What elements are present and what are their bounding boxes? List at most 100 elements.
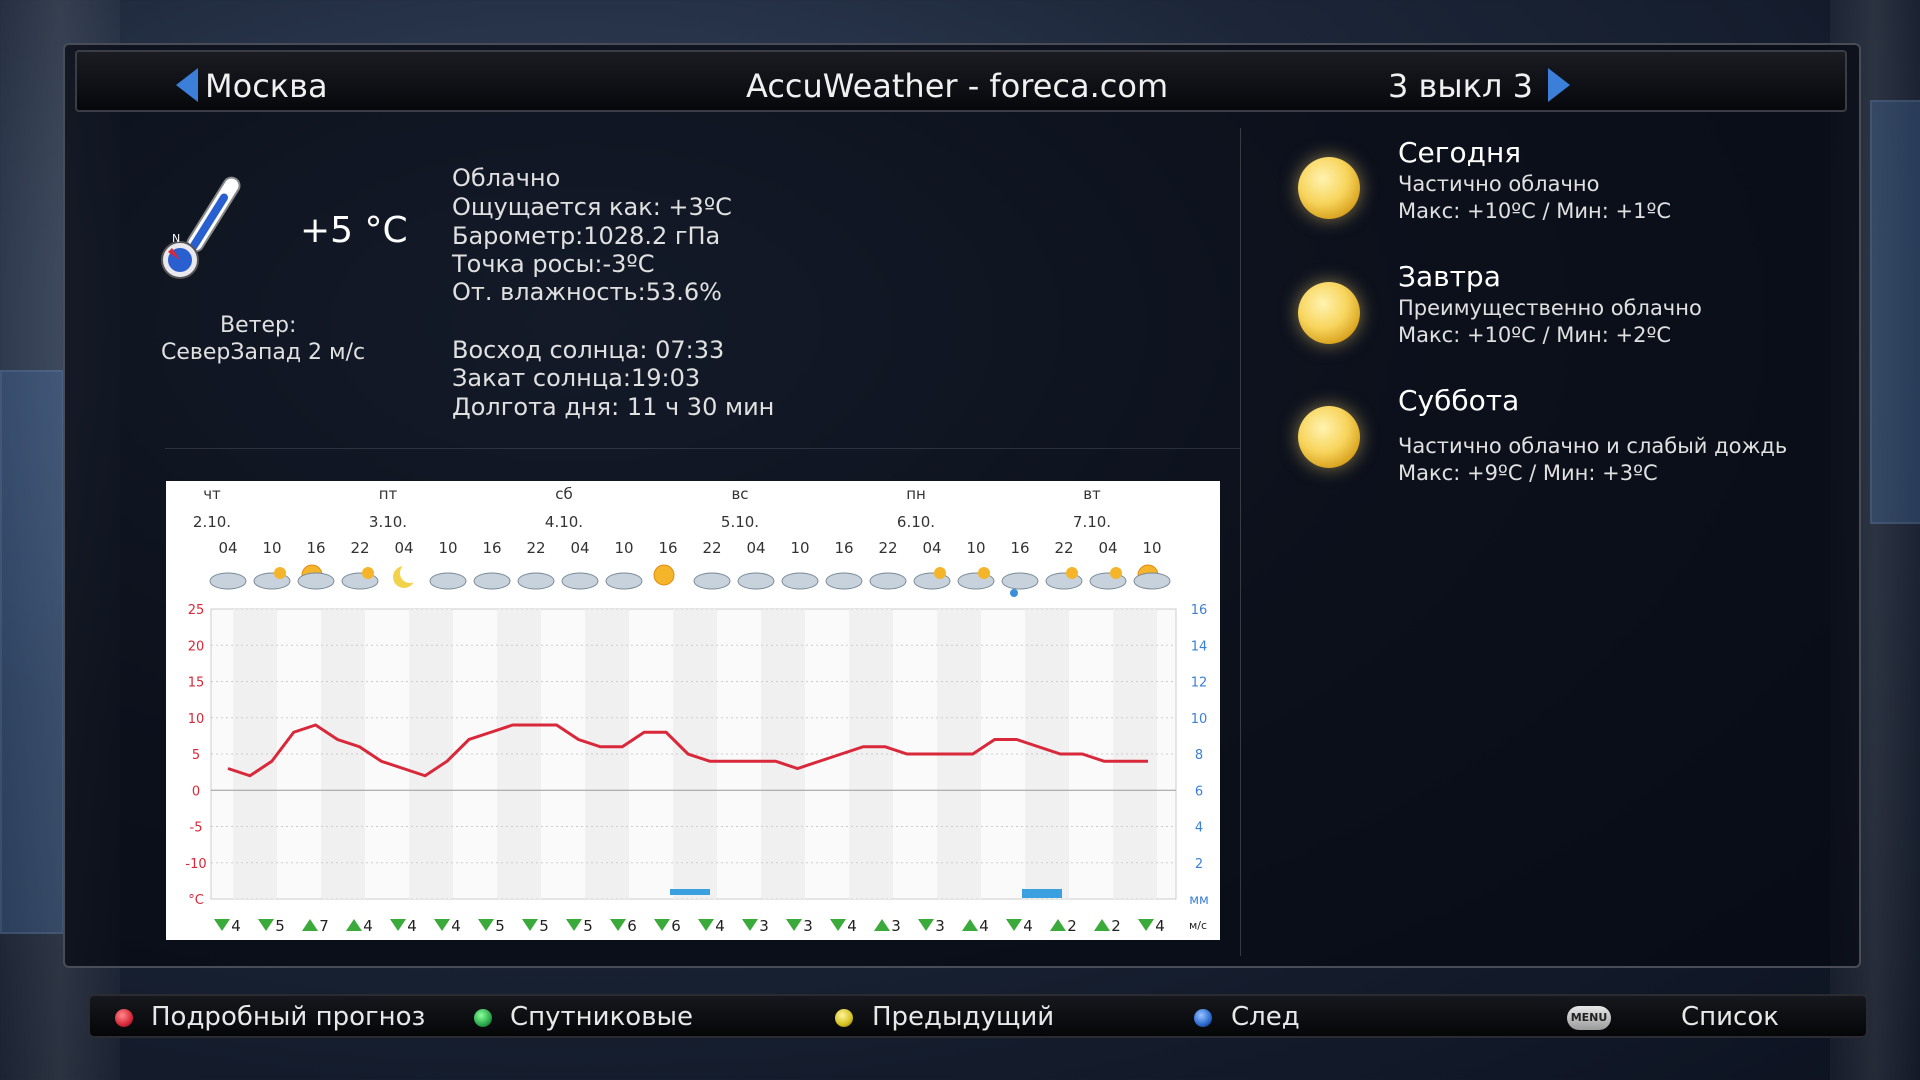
hour-tick-label: 10	[790, 539, 809, 557]
humidity-text: От. влажность:53.6%	[452, 278, 722, 306]
list-button[interactable]: Список	[1681, 1002, 1779, 1032]
hour-tick-label: 22	[1054, 539, 1073, 557]
wind-arrow-icon	[302, 919, 318, 931]
hour-tick-label: 22	[350, 539, 369, 557]
wind-speed-label: 4	[451, 917, 461, 935]
wind-arrow-icon	[390, 919, 406, 931]
forecast-day-title: Завтра	[1398, 260, 1501, 293]
day-length-text: Долгота дня: 11 ч 30 мин	[452, 393, 775, 421]
sun-icon	[1298, 406, 1360, 468]
y-right-tick-label: 12	[1191, 676, 1208, 691]
cloud-icon	[473, 572, 511, 590]
y-right-tick-label: 10	[1191, 712, 1208, 727]
wind-speed-label: 2	[1111, 917, 1121, 935]
compass-north-label: N	[172, 232, 180, 245]
hour-tick-label: 04	[218, 539, 237, 557]
plot-stripe	[497, 609, 541, 899]
wind-arrow-icon	[1138, 919, 1154, 931]
wind-arrow-icon	[346, 919, 362, 931]
next-city-arrow-icon[interactable]	[1548, 68, 1570, 102]
hour-tick-label: 10	[262, 539, 281, 557]
hour-tick-label: 04	[570, 539, 589, 557]
wind-arrow-icon	[786, 919, 802, 931]
forecast-day-minmax: Макс: +10ºC / Мин: +2ºC	[1398, 323, 1672, 347]
wind-speed-label: 6	[671, 917, 681, 935]
sunset-text: Закат солнца:19:03	[452, 364, 701, 392]
hour-tick-label: 16	[658, 539, 677, 557]
day-name-label: вт	[1083, 485, 1101, 503]
wind-speed-label: 4	[1155, 917, 1165, 935]
wind-arrow-icon	[1006, 919, 1022, 931]
prev-city-arrow-icon[interactable]	[176, 68, 198, 102]
green-button-icon[interactable]	[474, 1009, 492, 1027]
sunrise-text: Восход солнца: 07:33	[452, 336, 725, 364]
source-title: AccuWeather - foreca.com	[746, 67, 1169, 105]
current-temperature: +5 °C	[300, 210, 408, 251]
satellite-button[interactable]: Спутниковые	[510, 1002, 693, 1032]
blue-button-icon[interactable]	[1194, 1009, 1212, 1027]
hour-tick-label: 16	[1010, 539, 1029, 557]
sun-icon	[1066, 567, 1078, 579]
wind-speed-label: 6	[627, 917, 637, 935]
sun-icon	[1298, 282, 1360, 344]
wind-speed-label: 5	[275, 917, 285, 935]
detailed-forecast-button[interactable]: Подробный прогноз	[151, 1002, 425, 1032]
wind-arrow-icon	[654, 919, 670, 931]
next-button[interactable]: След	[1231, 1002, 1300, 1032]
y-left-tick-label: 5	[192, 748, 200, 763]
wind-speed-label: 4	[407, 917, 417, 935]
plot-stripe	[1113, 609, 1157, 899]
y-left-tick-label: 10	[188, 712, 205, 727]
wind-arrow-icon	[918, 919, 934, 931]
wind-speed-label: 2	[1067, 917, 1077, 935]
wind-speed-label: 3	[891, 917, 901, 935]
plot-stripe	[673, 609, 717, 899]
day-name-label: чт	[203, 485, 221, 503]
hour-tick-label: 04	[394, 539, 413, 557]
sun-icon	[978, 567, 990, 579]
wind-arrow-icon	[522, 919, 538, 931]
y-right-tick-label: 16	[1191, 603, 1208, 618]
day-name-label: сб	[555, 485, 573, 503]
previous-button[interactable]: Предыдущий	[872, 1002, 1054, 1032]
day-date-label: 7.10.	[1073, 513, 1111, 531]
hour-tick-label: 04	[746, 539, 765, 557]
condition-text: Облачно	[452, 164, 561, 192]
wind-speed-label: 5	[583, 917, 593, 935]
hour-tick-label: 22	[526, 539, 545, 557]
column-divider	[1240, 128, 1241, 956]
cloud-icon	[869, 572, 907, 590]
forecast-day-desc: Частично облачно и слабый дождь	[1398, 434, 1788, 458]
y-left-tick-label: °C	[188, 893, 204, 908]
wind-arrow-icon	[610, 919, 626, 931]
wind-arrow-icon	[698, 919, 714, 931]
page-indicator: 3 выкл 3	[1388, 67, 1533, 105]
feels-like-text: Ощущается как: +3ºC	[452, 193, 732, 221]
thermometer-icon: N	[161, 176, 241, 279]
forecast-day-minmax: Макс: +10ºC / Мин: +1ºC	[1398, 199, 1672, 223]
sun-icon	[1298, 157, 1360, 219]
wind-speed-label: 4	[1023, 917, 1033, 935]
sun-icon	[362, 567, 374, 579]
red-button-icon[interactable]	[115, 1009, 133, 1027]
y-left-tick-label: -10	[185, 857, 206, 872]
menu-icon[interactable]: MENU	[1567, 1006, 1611, 1030]
section-divider	[165, 448, 1240, 449]
y-left-tick-label: 20	[188, 639, 205, 654]
cloud-icon	[297, 572, 335, 590]
city-name: Москва	[205, 67, 328, 105]
day-date-label: 3.10.	[369, 513, 407, 531]
wind-arrow-icon	[566, 919, 582, 931]
wind-speed-label: 3	[935, 917, 945, 935]
cloud-icon	[1001, 572, 1039, 590]
wind-speed-label: 5	[495, 917, 505, 935]
hour-tick-label: 04	[1098, 539, 1117, 557]
wind-arrow-icon	[962, 919, 978, 931]
hour-tick-label: 10	[438, 539, 457, 557]
day-date-label: 5.10.	[721, 513, 759, 531]
yellow-button-icon[interactable]	[835, 1009, 853, 1027]
hour-tick-label: 16	[482, 539, 501, 557]
y-right-tick-label: 14	[1191, 639, 1208, 654]
wind-speed-label: 3	[759, 917, 769, 935]
cloud-icon	[1133, 572, 1171, 590]
